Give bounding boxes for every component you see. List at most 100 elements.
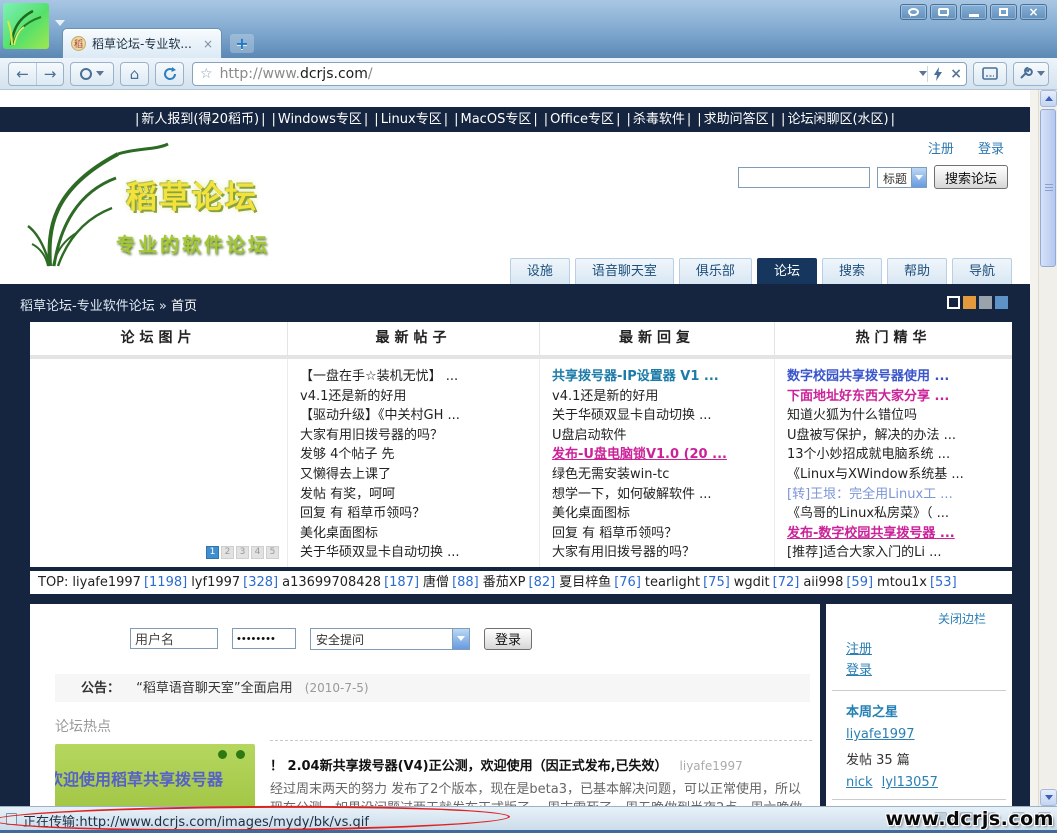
nick-value-link[interactable]: lyl13057 [882, 775, 938, 790]
top-user-name[interactable]: liyafe1997 [72, 575, 141, 590]
top-nav-link[interactable]: Office专区 [544, 112, 621, 127]
site-tab[interactable]: 帮助 [887, 258, 947, 284]
security-question-select[interactable]: 安全提问 [310, 628, 470, 650]
site-tab[interactable]: 俱乐部 [679, 258, 752, 284]
stop-icon[interactable]: × [950, 66, 962, 82]
tab-close-icon[interactable]: × [203, 37, 213, 51]
top-user-name[interactable]: mtou1x [877, 575, 927, 590]
nick-label-link[interactable]: nick [846, 775, 873, 790]
pagination-button[interactable]: 4 [251, 546, 264, 559]
password-field[interactable] [232, 628, 296, 649]
top-user-name[interactable]: 夏目梓鱼 [559, 575, 611, 590]
browser-tab[interactable]: 稻 稻草论坛-专业软... × [62, 28, 222, 58]
pagination-button[interactable]: 5 [266, 546, 279, 559]
register-link[interactable]: 注册 [928, 142, 954, 157]
breadcrumb-site[interactable]: 稻草论坛-专业软件论坛 [20, 299, 155, 314]
page-scrollbar[interactable] [1038, 90, 1057, 806]
snapshot-tool-button[interactable] [973, 62, 1007, 86]
post-link[interactable]: 关于华硕双显卡自动切换 ... [300, 543, 535, 563]
digest-link[interactable]: 《鸟哥的Linux私房菜》（ ... [787, 504, 1008, 524]
digest-link[interactable]: [转]王垠：完全用Linux工 ... [787, 485, 1008, 505]
hotspot-title-text[interactable]: ！ 2.04新共享拨号器(V4)正公测，欢迎使用（因正式发布,已失效） [270, 759, 668, 774]
feedback-note-button[interactable] [930, 4, 957, 20]
top-user-name[interactable]: wgdit [734, 575, 770, 590]
top-nav-link[interactable]: 新人报到(得20稻币) [135, 112, 265, 127]
style-switch-button[interactable] [979, 296, 992, 309]
site-tab[interactable]: 语音聊天室 [575, 258, 674, 284]
url-dropdown-caret-icon[interactable] [919, 71, 927, 76]
reply-link[interactable]: 想学一下，如何破解软件 ... [552, 485, 770, 505]
post-link[interactable]: 发够 4个帖子 先 [300, 445, 535, 465]
style-switch-button[interactable] [947, 296, 960, 309]
bookmark-star-icon[interactable]: ☆ [200, 66, 213, 82]
breadcrumb-page[interactable]: 首页 [171, 299, 197, 314]
pagination-button[interactable]: 1 [206, 546, 219, 559]
top-nav-link[interactable]: 求助问答区 [697, 112, 775, 127]
reply-link[interactable]: v4.1还是新的好用 [552, 387, 770, 407]
reply-link[interactable]: 发布-U盘电脑锁V1.0 (20 ... [552, 445, 770, 465]
scrollbar-thumb[interactable] [1040, 109, 1056, 267]
top-user-name[interactable]: a13699708428 [282, 575, 381, 590]
url-text[interactable]: http://www.dcrjs.com/ [220, 66, 916, 82]
app-menu-caret-icon[interactable] [55, 20, 65, 26]
home-button[interactable]: ⌂ [120, 62, 149, 86]
hotspot-author[interactable]: liyafe1997 [680, 759, 743, 773]
history-dropdown-button[interactable] [70, 62, 114, 86]
site-tab[interactable]: 搜索 [822, 258, 882, 284]
site-tab[interactable]: 设施 [510, 258, 570, 284]
post-link[interactable]: 大家有用旧拨号器的吗？ [300, 426, 535, 446]
tools-wrench-button[interactable] [1013, 62, 1049, 86]
sidebar-login-link[interactable]: 登录 [846, 660, 1012, 681]
top-nav-link[interactable]: 杀毒软件 [626, 112, 691, 127]
login-link[interactable]: 登录 [978, 142, 1004, 157]
top-nav-link[interactable]: 论坛闲聊区(水区) [781, 112, 895, 127]
app-logo-icon[interactable] [3, 3, 49, 49]
digest-link[interactable]: 13个小妙招成就电脑系统 ... [787, 445, 1008, 465]
reply-link[interactable]: U盘启动软件 [552, 426, 770, 446]
close-window-button[interactable]: × [1020, 4, 1047, 20]
top-nav-link[interactable]: MacOS专区 [454, 112, 538, 127]
site-tab[interactable]: 导航 [952, 258, 1012, 284]
digest-link[interactable]: 发布-数字校园共享拨号器 ... [787, 524, 1008, 544]
chat-bubble-button[interactable] [900, 4, 927, 20]
reply-link[interactable]: 回复 有 稻草币领吗？ [552, 524, 770, 544]
digest-link[interactable]: 数字校园共享拨号器使用 ... [787, 367, 1008, 387]
digest-link[interactable]: U盘被写保护，解决的办法 ... [787, 426, 1008, 446]
quick-go-bolt-icon[interactable] [933, 67, 943, 81]
digest-link[interactable]: 知道火狐为什么错位吗 [787, 406, 1008, 426]
login-button[interactable]: 登录 [484, 628, 532, 650]
search-input[interactable] [738, 167, 870, 188]
address-bar[interactable]: ☆ http://www.dcrjs.com/ × [192, 62, 967, 86]
scroll-up-button[interactable] [1040, 90, 1057, 107]
search-type-select[interactable]: 标题 [877, 167, 927, 188]
refresh-button[interactable] [155, 62, 184, 86]
sidebar-register-link[interactable]: 注册 [846, 639, 1012, 660]
reply-link[interactable]: 大家有用旧拨号器的吗？ [552, 543, 770, 563]
back-button[interactable]: ← [9, 63, 36, 85]
top-user-name[interactable]: aii998 [803, 575, 843, 590]
new-tab-button[interactable]: + [230, 34, 254, 53]
digest-link[interactable]: 《Linux与XWindow系统基 ... [787, 465, 1008, 485]
post-link[interactable]: 又懒得去上课了 [300, 465, 535, 485]
post-link[interactable]: 发帖 有奖，呵呵 [300, 485, 535, 505]
reply-link[interactable]: 关于华硕双显卡自动切换 ... [552, 406, 770, 426]
scroll-down-button[interactable] [1040, 789, 1057, 806]
post-link[interactable]: v4.1还是新的好用 [300, 387, 535, 407]
post-link[interactable]: 回复 有 稻草币领吗？ [300, 504, 535, 524]
forward-button[interactable]: → [36, 63, 63, 85]
top-user-name[interactable]: tearlight [645, 575, 700, 590]
week-star-user-link[interactable]: liyafe1997 [846, 727, 915, 742]
digest-link[interactable]: 下面地址好东西大家分享 ... [787, 387, 1008, 407]
site-tab[interactable]: 论坛 [757, 258, 817, 284]
post-link[interactable]: 美化桌面图标 [300, 524, 535, 544]
hotspot-topic-title[interactable]: ！ 2.04新共享拨号器(V4)正公测，欢迎使用（因正式发布,已失效） liyaf… [270, 755, 812, 774]
close-sidebar-link[interactable]: 关闭边栏 [826, 610, 1012, 627]
reply-link[interactable]: 绿色无需安装win-tc [552, 465, 770, 485]
hotspot-banner-image[interactable]: 欢迎使用稻草共享拨号器 [55, 744, 255, 806]
digest-link[interactable]: [推荐]适合大家入门的Li ... [787, 543, 1008, 563]
minimize-button[interactable] [960, 4, 987, 20]
search-forum-button[interactable]: 搜索论坛 [934, 165, 1008, 189]
announcement-link[interactable]: “稻草语音聊天室”全面启用 [136, 681, 292, 696]
reply-link[interactable]: 美化桌面图标 [552, 504, 770, 524]
top-nav-link[interactable]: Windows专区 [271, 112, 368, 127]
